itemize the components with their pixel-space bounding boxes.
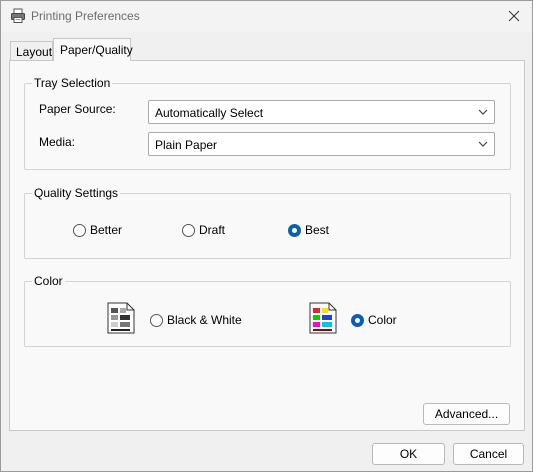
tray-selection-title: Tray Selection (32, 76, 113, 90)
paper-source-label: Paper Source: (39, 102, 116, 116)
quality-better-radio[interactable]: Better (73, 223, 133, 239)
radio-indicator (182, 224, 195, 237)
color-group: Color Black & White Color (24, 274, 511, 347)
black-white-label: Black & White (167, 313, 242, 327)
window-title: Printing Preferences (31, 9, 140, 23)
quality-settings-group: Quality Settings Better Draft Best (24, 186, 511, 259)
color-label: Color (368, 313, 397, 327)
quality-better-label: Better (90, 223, 123, 237)
radio-indicator-selected (351, 314, 364, 327)
radio-indicator-selected (288, 224, 301, 237)
media-select[interactable]: Plain Paper (148, 132, 495, 156)
quality-draft-radio[interactable]: Draft (182, 223, 242, 239)
quality-best-label: Best (305, 223, 330, 237)
quality-draft-label: Draft (199, 223, 226, 237)
paper-source-select[interactable]: Automatically Select (148, 100, 495, 124)
media-value: Plain Paper (155, 138, 218, 152)
chevron-down-icon (478, 109, 488, 115)
printer-icon (11, 8, 25, 23)
title-bar: Printing Preferences (1, 1, 532, 32)
black-white-radio[interactable]: Black & White (150, 313, 250, 329)
color-radio[interactable]: Color (351, 313, 411, 329)
tab-paper-quality[interactable]: Paper/Quality (53, 38, 133, 61)
cancel-button[interactable]: Cancel (453, 443, 524, 465)
color-document-icon (309, 302, 337, 334)
advanced-button[interactable]: Advanced... (423, 403, 510, 425)
paper-source-value: Automatically Select (155, 106, 264, 120)
close-icon (508, 10, 520, 22)
close-button[interactable] (496, 1, 532, 32)
paper-quality-panel: Tray Selection Paper Source: Automatical… (9, 60, 525, 431)
chevron-down-icon (478, 141, 488, 147)
quality-settings-title: Quality Settings (32, 186, 121, 200)
radio-indicator (150, 314, 163, 327)
bw-document-icon (107, 302, 135, 334)
color-title: Color (32, 274, 65, 288)
radio-indicator (73, 224, 86, 237)
tab-layout[interactable]: Layout (10, 41, 53, 60)
printing-preferences-dialog: Printing Preferences Layout Paper/Qualit… (0, 0, 533, 472)
ok-button[interactable]: OK (372, 443, 445, 465)
tray-selection-group: Tray Selection Paper Source: Automatical… (24, 76, 511, 170)
media-label: Media: (39, 135, 76, 149)
quality-best-radio[interactable]: Best (288, 223, 348, 239)
